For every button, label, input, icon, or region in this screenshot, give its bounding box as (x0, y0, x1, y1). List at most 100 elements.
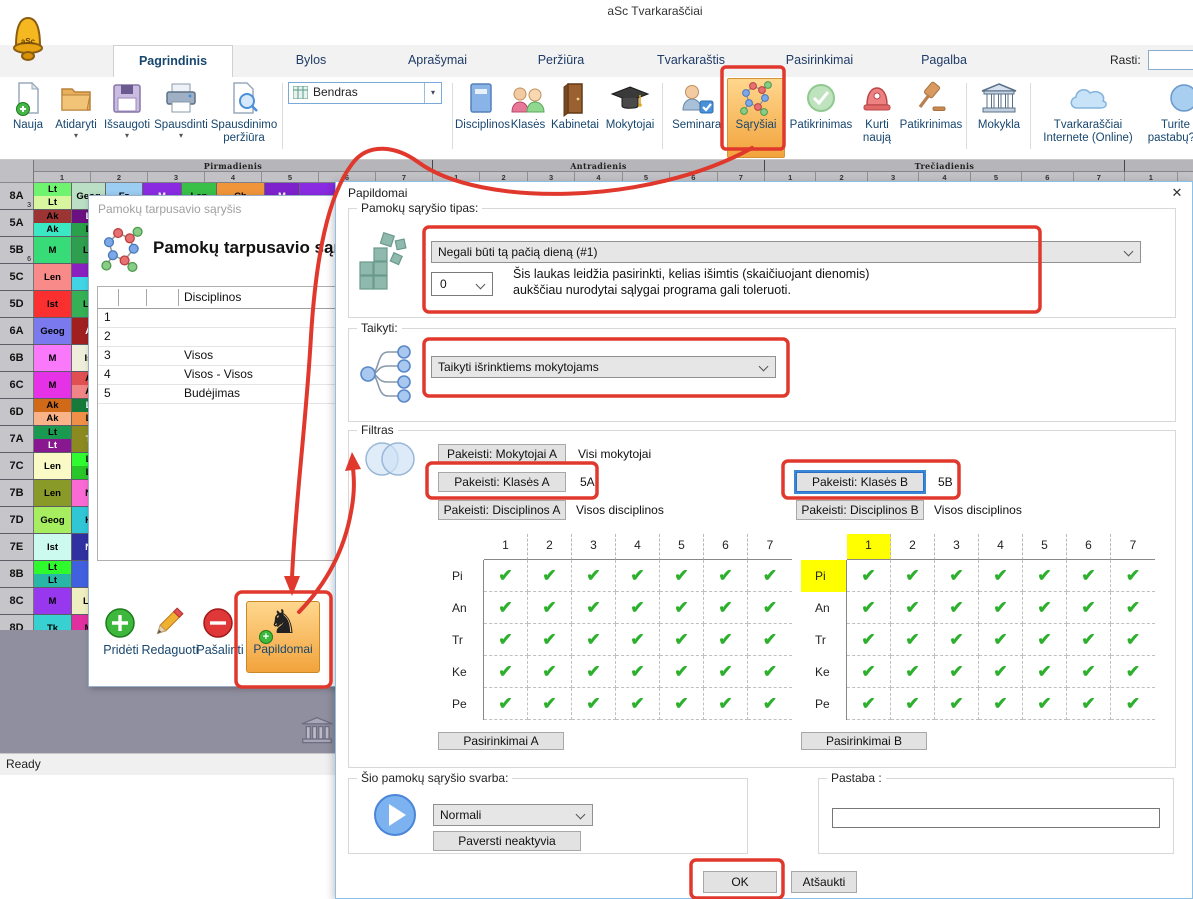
toolbar-online-button[interactable]: Tvarkaraščiai Internete (Online) (1036, 79, 1140, 145)
toolbar-subjects-button[interactable]: Disciplinos (455, 79, 507, 132)
check-cell[interactable]: ✔ (979, 592, 1023, 624)
tolerance-dropdown[interactable]: 0 (431, 272, 493, 296)
add-icon[interactable] (103, 606, 137, 645)
toolbar-print-button[interactable]: Spausdinti ▾ (152, 79, 210, 140)
lesson-cell[interactable]: M (34, 345, 72, 371)
toolbar-relations-button[interactable]: Sąryšiai (727, 78, 785, 158)
view-combobox[interactable]: Bendras ▾ (288, 82, 442, 104)
check-cell[interactable]: ✔ (1111, 624, 1155, 656)
toolbar-new-button[interactable]: Nauja (6, 79, 50, 132)
check-cell[interactable]: ✔ (847, 656, 891, 688)
class-row-label[interactable]: 7C (0, 453, 34, 479)
note-input[interactable] (832, 808, 1160, 828)
change-subjects-a-button[interactable]: Pakeisti: Disciplinos A (438, 500, 566, 520)
class-row-label[interactable]: 6C (0, 372, 34, 398)
lesson-cell[interactable]: Geog (34, 507, 72, 533)
check-cell[interactable]: ✔ (979, 656, 1023, 688)
check-cell[interactable]: ✔ (1023, 656, 1067, 688)
check-cell[interactable]: ✔ (484, 656, 528, 688)
lesson-cell[interactable]: AkAk (34, 210, 72, 236)
check-cell[interactable]: ✔ (847, 688, 891, 720)
lesson-cell[interactable]: LtLt (34, 183, 72, 209)
check-cell[interactable]: ✔ (572, 592, 616, 624)
lesson-cell[interactable]: M (34, 372, 72, 398)
toolbar-verification-button[interactable]: Patikrinimas (898, 79, 964, 132)
lesson-cell[interactable]: M (34, 588, 72, 614)
check-cell[interactable]: ✔ (616, 592, 660, 624)
check-cell[interactable]: ✔ (1023, 688, 1067, 720)
toolbar-school-button[interactable]: Mokykla (972, 79, 1026, 132)
tab-pagalba[interactable]: Pagalba (900, 45, 988, 76)
check-cell[interactable]: ✔ (1111, 592, 1155, 624)
add-button-label[interactable]: Pridėti (97, 643, 145, 657)
class-row-label[interactable]: 7A (0, 426, 34, 452)
print-dropdown-caret-icon[interactable]: ▾ (152, 132, 210, 140)
relation-row[interactable]: 2 (98, 328, 340, 347)
edit-button-label[interactable]: Redaguoti (141, 643, 199, 657)
check-cell[interactable]: ✔ (572, 624, 616, 656)
open-dropdown-caret-icon[interactable]: ▾ (50, 132, 102, 140)
class-row-label[interactable]: 7E (0, 534, 34, 560)
lesson-cell[interactable]: AkAk (34, 399, 72, 425)
class-row-label[interactable]: 5D (0, 291, 34, 317)
check-cell[interactable]: ✔ (1023, 560, 1067, 592)
check-cell[interactable]: ✔ (1111, 688, 1155, 720)
check-cell[interactable]: ✔ (660, 624, 704, 656)
check-cell[interactable]: ✔ (847, 592, 891, 624)
class-row-label[interactable]: 7D (0, 507, 34, 533)
check-cell[interactable]: ✔ (572, 560, 616, 592)
class-row-label[interactable]: 7B (0, 480, 34, 506)
check-cell[interactable]: ✔ (979, 624, 1023, 656)
lesson-cell[interactable]: Ist (34, 534, 72, 560)
check-cell[interactable]: ✔ (1111, 560, 1155, 592)
check-cell[interactable]: ✔ (1067, 592, 1111, 624)
check-cell[interactable]: ✔ (891, 688, 935, 720)
check-cell[interactable]: ✔ (1067, 624, 1111, 656)
check-cell[interactable]: ✔ (528, 656, 572, 688)
change-classes-b-button[interactable]: Pakeisti: Klasės B (796, 472, 924, 492)
check-cell[interactable]: ✔ (660, 688, 704, 720)
class-row-label[interactable]: 8D (0, 615, 34, 630)
check-cell[interactable]: ✔ (704, 656, 748, 688)
check-cell[interactable]: ✔ (891, 624, 935, 656)
check-cell[interactable]: ✔ (935, 624, 979, 656)
lesson-cell[interactable]: Tk (34, 615, 72, 630)
check-cell[interactable]: ✔ (979, 560, 1023, 592)
check-cell[interactable]: ✔ (935, 688, 979, 720)
class-row-label[interactable]: 8B (0, 561, 34, 587)
check-cell[interactable]: ✔ (528, 560, 572, 592)
check-cell[interactable]: ✔ (484, 592, 528, 624)
check-cell[interactable]: ✔ (1067, 688, 1111, 720)
toolbar-classes-button[interactable]: Klasės (507, 79, 549, 132)
save-dropdown-caret-icon[interactable]: ▾ (102, 132, 152, 140)
check-cell[interactable]: ✔ (616, 624, 660, 656)
check-cell[interactable]: ✔ (1067, 560, 1111, 592)
check-cell[interactable]: ✔ (891, 656, 935, 688)
class-row-label[interactable]: 5A (0, 210, 34, 236)
check-cell[interactable]: ✔ (660, 560, 704, 592)
lesson-cell[interactable]: Len (34, 264, 72, 290)
class-row-label[interactable]: 6B (0, 345, 34, 371)
tab-peržiūra[interactable]: Peržiūra (512, 45, 610, 76)
lesson-cell[interactable]: LtLt (34, 561, 72, 587)
deactivate-button[interactable]: Paversti neaktyvia (433, 831, 581, 851)
check-cell[interactable]: ✔ (748, 624, 792, 656)
toolbar-save-button[interactable]: Išsaugoti ▾ (102, 79, 152, 140)
check-cell[interactable]: ✔ (616, 656, 660, 688)
check-cell[interactable]: ✔ (748, 656, 792, 688)
check-cell[interactable]: ✔ (704, 560, 748, 592)
lesson-cell[interactable]: M (34, 237, 72, 263)
close-icon[interactable]: ✕ (1168, 184, 1186, 202)
lesson-cell[interactable]: Len (34, 453, 72, 479)
edit-pencil-icon[interactable] (149, 604, 187, 647)
lesson-cell[interactable]: LtLt (34, 426, 72, 452)
importance-dropdown[interactable]: Normali (433, 804, 593, 826)
relation-row[interactable]: 5Budėjimas (98, 385, 340, 404)
lesson-cell[interactable]: Ist (34, 291, 72, 317)
check-cell[interactable]: ✔ (484, 560, 528, 592)
ok-button[interactable]: OK (703, 871, 777, 893)
check-cell[interactable]: ✔ (847, 560, 891, 592)
view-combobox-caret-icon[interactable]: ▾ (424, 83, 441, 103)
remove-icon[interactable] (201, 606, 235, 645)
relation-row[interactable]: 1 (98, 309, 340, 328)
